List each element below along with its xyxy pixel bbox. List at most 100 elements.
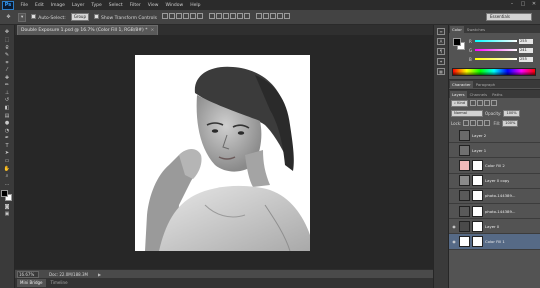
layer-row[interactable]: Layer 0 copy [449, 174, 540, 189]
tab-timeline[interactable]: Timeline [48, 279, 71, 287]
type-tool[interactable]: T [3, 143, 12, 149]
layer-kind-filter[interactable]: ⌕ Kind [451, 99, 469, 107]
quick-mask-button[interactable]: ◙ [3, 203, 12, 210]
tab-paths[interactable]: Paths [490, 91, 504, 98]
fg-bg-swatches[interactable] [1, 190, 13, 202]
clone-stamp-tool[interactable]: ⊥ [3, 90, 12, 96]
maximize-button[interactable]: □ [519, 1, 527, 8]
channel-b-slider[interactable] [475, 57, 517, 61]
channel-g-value[interactable]: 241 [519, 47, 533, 53]
move-tool-icon[interactable]: ✥ [4, 14, 13, 20]
canvas-area[interactable] [15, 35, 433, 269]
blend-mode-dropdown[interactable]: Normal [451, 109, 483, 117]
more-tools[interactable]: … [3, 181, 12, 187]
gradient-tool[interactable]: ▤ [3, 112, 12, 119]
channel-g-slider[interactable] [475, 48, 517, 52]
crop-tool[interactable]: ⌗ [3, 59, 12, 66]
visibility-eye-icon[interactable] [451, 148, 457, 153]
distribute-icons[interactable] [209, 13, 251, 21]
tab-swatches[interactable]: Swatches [465, 26, 487, 33]
lock-icons[interactable] [463, 119, 491, 127]
opacity-field[interactable]: 100% [503, 109, 520, 117]
channel-r-slider[interactable] [475, 39, 517, 43]
minimize-button[interactable]: – [508, 1, 516, 8]
shape-tool[interactable]: ▭ [3, 158, 12, 164]
visibility-eye-icon[interactable] [451, 133, 457, 138]
blur-tool[interactable]: ● [3, 120, 12, 126]
layer-row[interactable]: Layer 1 [449, 143, 540, 159]
menu-window[interactable]: Window [162, 3, 187, 8]
visibility-eye-icon[interactable] [451, 163, 457, 168]
visibility-eye-icon[interactable]: ◉ [451, 224, 457, 229]
paragraph-panel-icon[interactable]: ¶ [437, 48, 445, 55]
tab-layers[interactable]: Layers [450, 91, 467, 98]
tool-preset-picker[interactable]: ▾ [18, 12, 27, 22]
layer-mask-thumbnail[interactable] [472, 205, 483, 217]
dodge-tool[interactable]: ◔ [3, 128, 12, 134]
tab-paragraph[interactable]: Paragraph [474, 81, 497, 88]
marquee-tool[interactable]: ⬚ [3, 37, 12, 43]
quick-select-tool[interactable]: ✎ [3, 52, 12, 58]
eyedropper-tool[interactable]: ⁄ [3, 67, 12, 73]
document-tab[interactable]: Double Exposure 1.psd @ 16.7% (Color Fil… [17, 25, 159, 35]
layer-row[interactable]: ◉ Color Fill 1 [449, 234, 540, 250]
3d-mode-icons[interactable] [256, 13, 291, 21]
visibility-eye-icon[interactable] [451, 193, 457, 198]
show-transform-checkbox[interactable]: Show Transform Controls [94, 13, 157, 21]
hand-tool[interactable]: ✋ [3, 165, 12, 172]
layer-thumbnail[interactable] [459, 159, 470, 171]
menu-layer[interactable]: Layer [68, 3, 88, 8]
color-spectrum-bar[interactable] [452, 68, 536, 76]
layer-mask-thumbnail[interactable] [472, 175, 483, 187]
brush-tool[interactable]: ✏ [3, 82, 12, 88]
workspace-switcher[interactable]: Essentials [486, 13, 532, 21]
visibility-eye-icon[interactable] [451, 178, 457, 183]
foreground-color-swatch[interactable] [1, 190, 8, 198]
layer-row[interactable]: Layer 2 [449, 128, 540, 144]
layer-thumbnail[interactable] [459, 175, 470, 187]
tab-channels[interactable]: Channels [468, 91, 490, 98]
channel-r-value[interactable]: 255 [519, 38, 533, 44]
path-select-tool[interactable]: ➤ [3, 150, 12, 156]
move-tool[interactable]: ✥ [3, 29, 12, 35]
menu-help[interactable]: Help [187, 3, 204, 8]
history-brush-tool[interactable]: ↺ [3, 97, 12, 103]
close-button[interactable]: ✕ [530, 1, 538, 8]
color-foreground-swatch[interactable] [453, 38, 461, 46]
menu-file[interactable]: File [17, 3, 32, 8]
layer-mask-thumbnail[interactable] [472, 159, 483, 171]
filter-icons[interactable] [470, 99, 498, 107]
pen-tool[interactable]: ✒ [3, 135, 12, 141]
menu-select[interactable]: Select [105, 3, 126, 8]
zoom-tool[interactable]: ⌕ [3, 173, 12, 179]
fill-field[interactable]: 100% [502, 119, 519, 127]
menu-type[interactable]: Type [88, 3, 105, 8]
close-tab-icon[interactable]: × [150, 28, 154, 33]
layer-thumbnail[interactable] [459, 144, 470, 156]
auto-select-dropdown[interactable]: Group [70, 13, 90, 21]
menu-edit[interactable]: Edit [32, 3, 48, 8]
adjustments-panel-icon[interactable]: ▦ [437, 68, 445, 75]
layer-row[interactable]: ◉ Layer 0 [449, 219, 540, 235]
menu-image[interactable]: Image [47, 3, 68, 8]
align-icons[interactable] [162, 13, 204, 21]
layer-thumbnail[interactable] [459, 129, 470, 141]
layer-mask-thumbnail[interactable] [472, 235, 483, 247]
character-panel-icon[interactable]: A [437, 38, 445, 45]
layer-row[interactable]: photo-144389... [449, 189, 540, 204]
tab-color[interactable]: Color [450, 26, 464, 33]
layer-thumbnail[interactable] [459, 235, 470, 247]
layer-row[interactable]: Color Fill 2 [449, 158, 540, 174]
tab-mini-bridge[interactable]: Mini Bridge [17, 279, 46, 287]
menu-filter[interactable]: Filter [126, 3, 144, 8]
auto-select-checkbox[interactable]: Auto-Select: [31, 13, 66, 21]
tab-character[interactable]: Character [450, 81, 473, 88]
history-panel-icon[interactable]: ≡ [437, 28, 445, 35]
visibility-eye-icon[interactable]: ◉ [451, 239, 457, 244]
document-canvas[interactable] [135, 55, 310, 251]
menu-view[interactable]: View [144, 3, 162, 8]
layer-thumbnail[interactable] [459, 190, 470, 202]
lasso-tool[interactable]: ϱ [3, 44, 12, 50]
eraser-tool[interactable]: ◧ [3, 105, 12, 111]
status-menu-arrow-icon[interactable]: ▶ [98, 272, 101, 277]
